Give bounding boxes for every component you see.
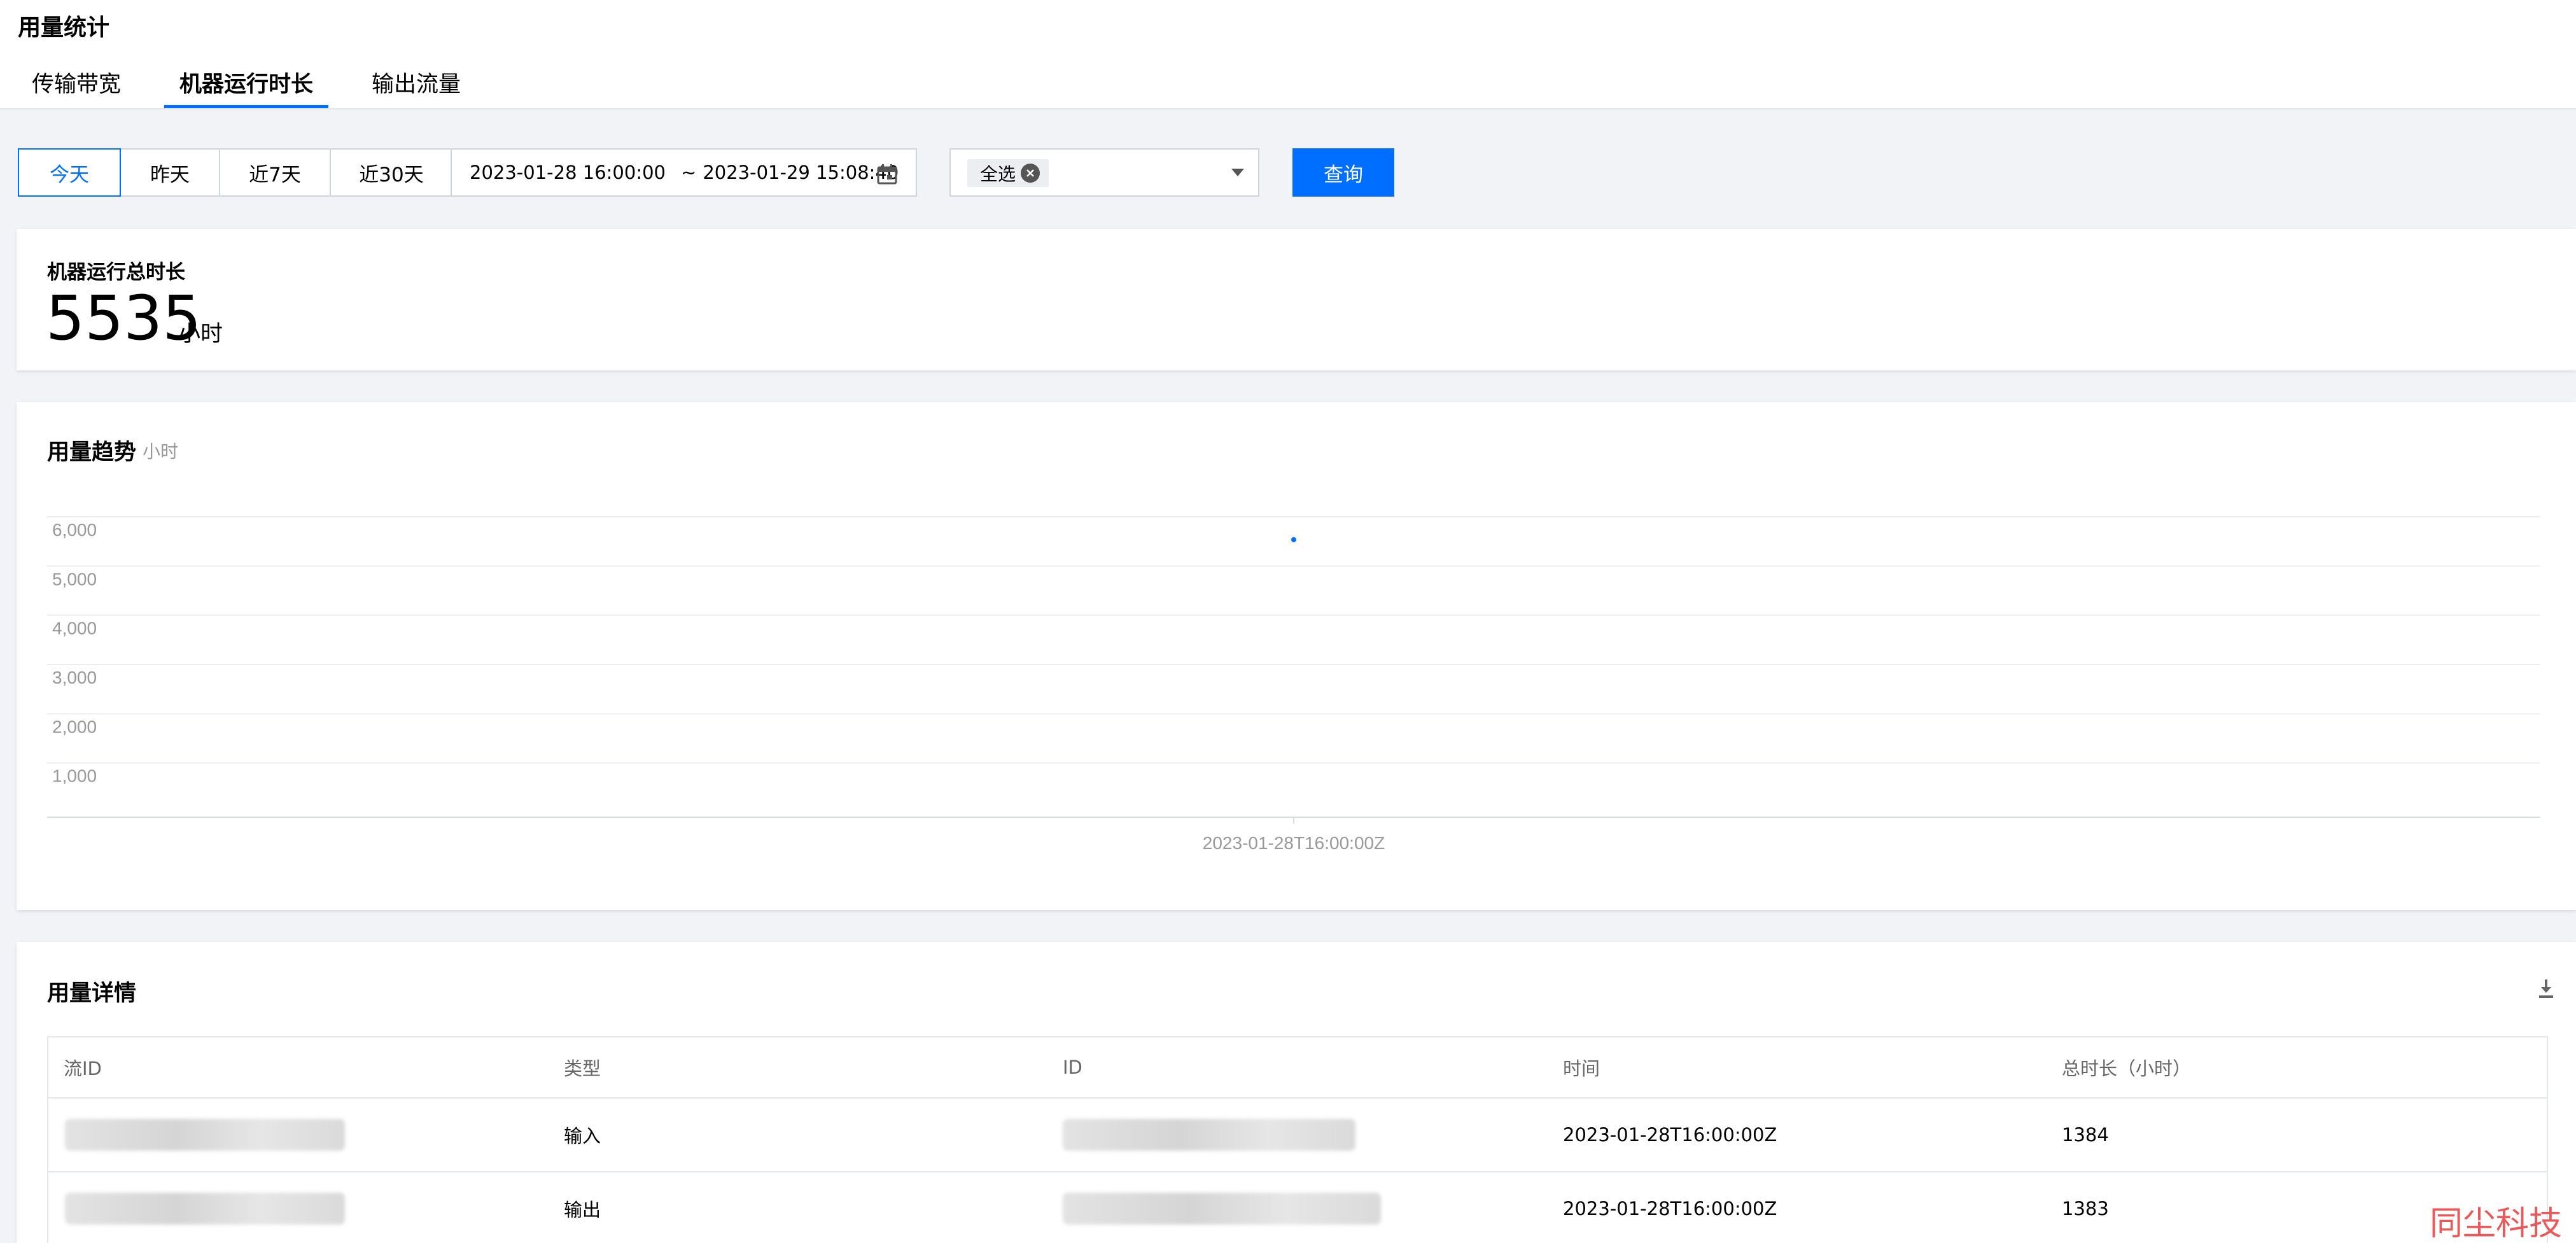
range-7days-button[interactable]: 近7天: [219, 148, 331, 197]
y-tick-label: 1,000: [52, 766, 97, 786]
table-header: 流ID 类型 ID 时间 总时长（小时）: [48, 1037, 2547, 1099]
column-header-id: ID: [1063, 1057, 1082, 1078]
row-time: 2023-01-28T16:00:00Z: [1563, 1124, 1777, 1146]
total-runtime-label: 机器运行总时长: [47, 261, 185, 284]
y-tick-label: 2,000: [52, 717, 97, 736]
date-range-picker[interactable]: 2023-01-28 16:00:00 ~ 2023-01-29 15:08:4…: [451, 148, 917, 197]
row-time: 2023-01-28T16:00:00Z: [1563, 1198, 1777, 1219]
download-icon[interactable]: [2535, 978, 2557, 999]
row-type: 输出: [564, 1199, 601, 1221]
usage-details-card: 用量详情 流ID 类型 ID 时间 总时长（小时） 输入 2023-01-28T…: [17, 942, 2576, 1243]
details-table: 流ID 类型 ID 时间 总时长（小时） 输入 2023-01-28T16:00…: [47, 1036, 2548, 1243]
query-button[interactable]: 查询: [1292, 148, 1394, 197]
date-start: 2023-01-28 16:00:00: [470, 162, 666, 183]
row-duration: 1384: [2062, 1124, 2109, 1146]
tab-output-traffic[interactable]: 输出流量: [372, 66, 461, 108]
details-title: 用量详情: [47, 981, 137, 1006]
tab-transfer-bandwidth[interactable]: 传输带宽: [32, 66, 121, 108]
range-today-button[interactable]: 今天: [18, 148, 121, 197]
watermark: 同尘科技: [2430, 1205, 2563, 1243]
column-header-time: 时间: [1563, 1058, 1600, 1079]
row-duration: 1383: [2062, 1198, 2109, 1219]
table-row: 输入 2023-01-28T16:00:00Z 1384: [48, 1099, 2547, 1172]
chevron-down-icon: [1231, 169, 1244, 176]
column-header-stream-id: 流ID: [64, 1058, 102, 1079]
y-tick-label: 3,000: [52, 668, 97, 687]
column-header-duration: 总时长（小时）: [2062, 1058, 2192, 1079]
select-all-chip: 全选: [967, 159, 1049, 187]
y-tick-label: 5,000: [52, 569, 97, 589]
clear-icon[interactable]: [1021, 164, 1040, 183]
range-30days-button[interactable]: 近30天: [330, 148, 453, 197]
column-header-type: 类型: [564, 1058, 601, 1079]
total-runtime-unit: 小时: [178, 321, 223, 347]
y-tick-label: 4,000: [52, 619, 97, 638]
calendar-icon[interactable]: [876, 164, 898, 185]
stream-select[interactable]: 全选: [949, 148, 1259, 197]
total-runtime-card: 机器运行总时长 5535 小时: [17, 229, 2576, 370]
page-header: 用量统计 传输带宽 机器运行时长 输出流量: [0, 0, 2576, 109]
date-end: 2023-01-29 15:08:40: [703, 162, 899, 183]
table-row: 输出 2023-01-28T16:00:00Z 1383: [48, 1172, 2547, 1243]
redacted-id: [1063, 1193, 1381, 1225]
select-all-chip-label: 全选: [980, 164, 1016, 185]
usage-trend-card: 用量趋势 小时 1,000 2,000 3,000 4,000 5,000 6,000 20…: [17, 402, 2576, 910]
data-point: [1291, 537, 1296, 542]
y-tick-label: 6,000: [52, 520, 97, 540]
redacted-stream-id: [65, 1193, 345, 1225]
x-tick-label: 2023-01-28T16:00:00Z: [1203, 833, 1385, 853]
tab-machine-runtime[interactable]: 机器运行时长: [164, 66, 329, 108]
redacted-stream-id: [65, 1119, 345, 1151]
redacted-id: [1063, 1119, 1355, 1151]
range-yesterday-button[interactable]: 昨天: [120, 148, 220, 197]
row-type: 输入: [564, 1125, 601, 1147]
date-separator: ~: [681, 162, 697, 183]
page-title: 用量统计: [18, 15, 110, 41]
usage-trend-chart: 1,000 2,000 3,000 4,000 5,000 6,000 2023-01-28…: [47, 516, 2540, 853]
